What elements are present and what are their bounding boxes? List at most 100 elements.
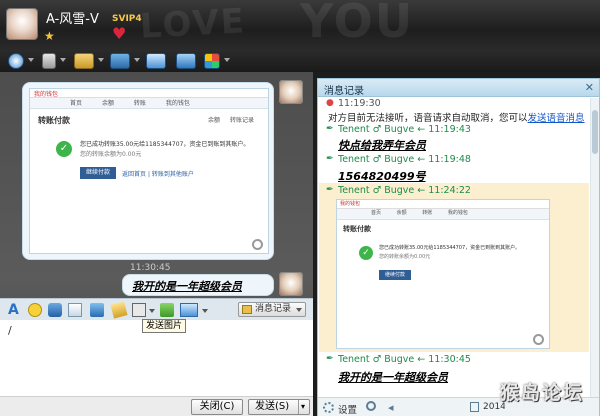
heart-icon: ♥: [112, 24, 127, 43]
gift-icon[interactable]: [160, 303, 174, 317]
chevron-down-icon[interactable]: [98, 58, 104, 62]
link: 转账到其他账户: [151, 171, 194, 178]
pen-icon: ✒: [326, 154, 334, 164]
peer-avatar: [279, 80, 303, 104]
zoom-icon[interactable]: [533, 334, 544, 345]
message-history-button[interactable]: 消息记录: [238, 302, 306, 317]
bottom-bar: 关闭(C) 发送(S) ▾: [0, 396, 313, 416]
music-icon[interactable]: [90, 303, 104, 317]
history-header: 消息记录 ✕: [318, 79, 599, 97]
contact-name[interactable]: A-风雪-V: [46, 8, 99, 27]
history-message: 我开的是一年超级会员: [338, 371, 448, 384]
chevron-down-icon[interactable]: [149, 309, 155, 313]
close-button[interactable]: 关闭(C): [191, 399, 243, 415]
send-image-tooltip: 发送图片: [142, 319, 187, 333]
history-scrollbar[interactable]: [590, 98, 599, 398]
text-message-bubble: 我开的是一年超级会员: [122, 274, 274, 296]
history-text: 对方目前无法接听，语音请求自动取消，您可以: [328, 113, 528, 124]
history-meta: Tenent ♂ Bugve ← 11:19:43: [338, 124, 471, 135]
background-word: LOVE: [139, 1, 247, 47]
file-transfer-icon[interactable]: [74, 53, 94, 69]
screen-share-icon[interactable]: [180, 303, 198, 317]
close-icon[interactable]: ✕: [585, 81, 594, 94]
send-options-icon[interactable]: ▾: [297, 400, 305, 414]
zoom-icon[interactable]: [252, 239, 263, 250]
screenshot-image[interactable]: 我的钱包 首页 余额 转账 我的钱包 转账付款 余额 转账记录 ✓ 您已成功转账…: [29, 88, 269, 254]
continue-pay-button: 继续付款: [80, 167, 116, 179]
nav-item: 我的钱包: [447, 210, 468, 216]
tab-label: 余额: [208, 117, 221, 124]
settings-label[interactable]: 设置: [338, 402, 357, 416]
calendar-icon[interactable]: [470, 402, 479, 412]
remote-desktop-icon[interactable]: [110, 53, 130, 69]
message-history-label: 消息记录: [255, 304, 292, 314]
image-message-bubble: 我的钱包 首页 余额 转账 我的钱包 转账付款 余额 转账记录 ✓ 您已成功转账…: [22, 82, 274, 260]
history-message: 1564820499号: [338, 170, 426, 183]
speaker-icon[interactable]: ◂: [388, 401, 394, 414]
watermark: 猴岛论坛 bbs.houdao.com: [492, 378, 600, 416]
chevron-down-icon[interactable]: [224, 58, 230, 62]
star-icon: ★: [44, 29, 55, 43]
background-word: YOU: [300, 0, 415, 48]
avatar[interactable]: [6, 8, 38, 40]
create-group-icon[interactable]: [176, 53, 196, 69]
video-call-icon[interactable]: [8, 53, 24, 69]
chevron-down-icon[interactable]: [60, 58, 66, 62]
balance-note: 您的转账余额为0.00元: [379, 254, 431, 260]
success-check-icon: ✓: [359, 246, 373, 260]
message-history-panel: 消息记录 ✕ ● 11:19:30 对方目前无法接听，语音请求自动取消，您可以发…: [317, 78, 600, 416]
scissors-icon[interactable]: [110, 301, 128, 319]
preview-links: 返回首页 | 转账到其他账户: [122, 169, 194, 178]
history-screenshot-image[interactable]: 我的钱包 首页 余额 转账 我的钱包 转账付款 ✓ 您已成功转账35.00元给1…: [336, 199, 550, 349]
peer-avatar: [279, 272, 303, 296]
history-message: 快点给我弄年会员: [338, 139, 426, 152]
history-timestamp: 11:19:30: [338, 98, 381, 109]
chevron-down-icon: [296, 308, 302, 312]
success-check-icon: ✓: [56, 141, 72, 157]
success-message: 您已成功转账35.00元给1185344707，资金已到账到其账户。: [80, 141, 250, 148]
separator: |: [147, 171, 150, 178]
voice-call-icon[interactable]: [42, 53, 56, 69]
nav-item: 转账: [133, 100, 146, 107]
continue-pay-button: 继续付款: [379, 270, 411, 280]
nav-item: 首页: [70, 100, 83, 107]
error-icon: ●: [326, 98, 334, 108]
pen-icon: ✒: [326, 124, 334, 134]
input-text: /: [8, 324, 12, 337]
watermark-title: 猴岛论坛: [500, 382, 585, 404]
nav-item: 首页: [371, 210, 382, 216]
nav-item: 我的钱包: [165, 100, 190, 107]
history-system-text: 对方目前无法接听，语音请求自动取消，您可以发送语音消息: [328, 110, 585, 124]
vip-badge: SVIP4: [112, 14, 142, 24]
success-message: 您已成功转账35.00元给1185344707，资金已到账到其账户。: [379, 245, 521, 251]
link: 返回首页: [122, 171, 147, 178]
nav-bar: 首页 余额 转账 我的钱包: [337, 209, 549, 220]
emoji-icon[interactable]: [28, 303, 42, 317]
chevron-down-icon[interactable]: [202, 309, 208, 313]
shake-icon[interactable]: [48, 303, 62, 317]
history-meta: Tenent ♂ Bugve ← 11:19:48: [338, 154, 471, 165]
balance-note: 您的转账余额为0.00元: [80, 151, 142, 158]
history-meta: Tenent ♂ Bugve ← 11:30:45: [338, 354, 471, 365]
page-header: 转账付款: [343, 225, 371, 233]
send-voice-message-link[interactable]: 发送语音消息: [528, 113, 585, 124]
send-image-icon[interactable]: [132, 303, 146, 317]
message-timestamp: 11:30:45: [130, 263, 171, 273]
gear-icon[interactable]: [323, 402, 334, 413]
search-icon[interactable]: [366, 401, 376, 411]
nav-item: 余额: [101, 100, 114, 107]
apps-icon[interactable]: [204, 53, 220, 69]
browser-tab: 我的钱包: [30, 89, 268, 98]
scrollbar-thumb[interactable]: [592, 110, 598, 154]
font-icon[interactable]: A: [8, 303, 22, 317]
send-button[interactable]: 发送(S) ▾: [248, 399, 310, 415]
pen-icon: ✒: [326, 354, 334, 364]
top-toolbar: [0, 50, 600, 72]
chevron-down-icon[interactable]: [28, 58, 34, 62]
history-icon: [242, 305, 252, 314]
chevron-down-icon[interactable]: [134, 58, 140, 62]
history-meta: Tenent ♂ Bugve ← 11:24:22: [338, 185, 471, 196]
voice-message-icon[interactable]: [68, 303, 82, 317]
title-bar: LOVE YOU A-风雪-V SVIP4 ♥ ★: [0, 0, 600, 50]
screen-share-icon[interactable]: [146, 53, 166, 69]
